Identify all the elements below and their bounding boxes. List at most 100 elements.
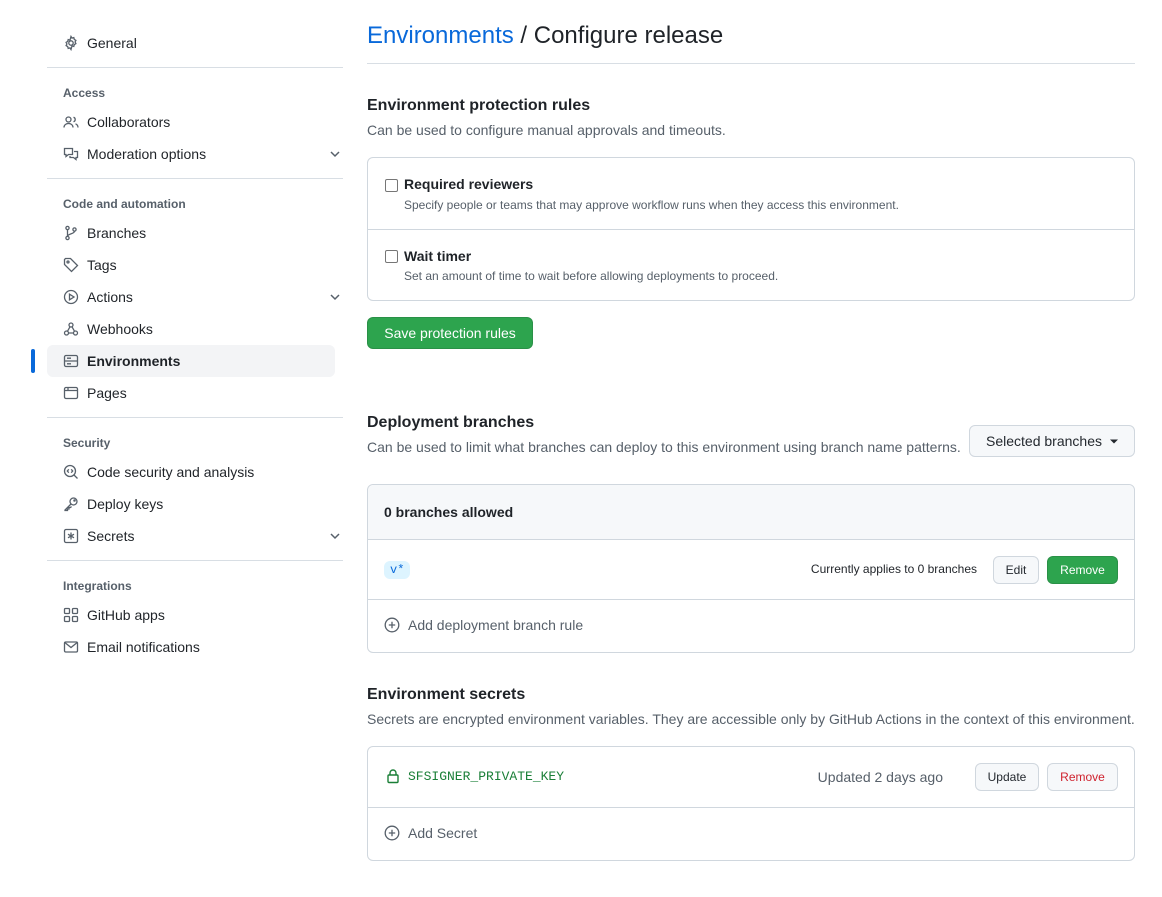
sidebar-item-label: GitHub apps (87, 607, 165, 623)
chevron-down-icon (327, 528, 343, 544)
sidebar-item-secrets[interactable]: Secrets (47, 520, 340, 552)
required-reviewers-description: Specify people or teams that may approve… (404, 198, 899, 212)
people-icon (63, 114, 79, 130)
secret-row: SFSIGNER_PRIVATE_KEY Updated 2 days ago … (368, 747, 1134, 807)
deployment-branches-box: 0 branches allowed v* Currently applies … (367, 484, 1135, 653)
environment-secrets-box: SFSIGNER_PRIVATE_KEY Updated 2 days ago … (367, 746, 1135, 861)
sidebar-item-label: Environments (87, 353, 181, 369)
server-icon (63, 353, 79, 369)
sidebar-item-tags[interactable]: Tags (47, 249, 335, 281)
sidebar-item-label: General (87, 35, 137, 51)
sidebar-item-label: Tags (87, 257, 117, 273)
protection-rules-description: Can be used to configure manual approval… (367, 122, 726, 138)
update-secret-button[interactable]: Update (975, 763, 1039, 791)
selected-branches-dropdown[interactable]: Selected branches (969, 425, 1135, 457)
add-deployment-branch-rule-button[interactable]: Add deployment branch rule (384, 617, 583, 633)
apps-icon (63, 607, 79, 623)
add-secret-label: Add Secret (408, 825, 478, 841)
secret-name: SFSIGNER_PRIVATE_KEY (408, 769, 565, 784)
environment-secrets-heading: Environment secrets (367, 686, 526, 703)
sidebar-item-label: Webhooks (87, 321, 153, 337)
sidebar-item-code-security[interactable]: Code security and analysis (47, 456, 335, 488)
sidebar-item-label: Pages (87, 385, 127, 401)
remove-branch-rule-button[interactable]: Remove (1047, 556, 1118, 584)
sidebar-item-branches[interactable]: Branches (47, 217, 335, 249)
required-reviewers-checkbox[interactable] (385, 179, 398, 192)
add-deployment-branch-rule-label: Add deployment branch rule (408, 617, 584, 633)
sidebar-item-email-notifications[interactable]: Email notifications (47, 631, 335, 663)
breadcrumb-environments-link[interactable]: Environments (367, 22, 514, 49)
sidebar-item-label: Branches (87, 225, 147, 241)
required-reviewers-title: Required reviewers (404, 176, 534, 192)
sidebar-heading-security: Security (63, 436, 111, 450)
tag-icon (63, 257, 79, 273)
remove-secret-button[interactable]: Remove (1047, 763, 1118, 791)
sidebar-item-webhooks[interactable]: Webhooks (47, 313, 335, 345)
save-protection-rules-button[interactable]: Save protection rules (367, 317, 533, 349)
sidebar-item-label: Code security and analysis (87, 464, 255, 480)
branches-count-label: 0 branches allowed (384, 504, 514, 520)
rule-required-reviewers: Required reviewers Specify people or tea… (368, 158, 1134, 229)
comment-discussion-icon (63, 146, 79, 162)
page-title: Environments / Configure release (367, 22, 723, 50)
webhook-icon (63, 321, 79, 337)
sidebar-heading-code: Code and automation (63, 197, 186, 211)
codescan-icon (63, 464, 79, 480)
breadcrumb-current: Configure release (533, 22, 724, 49)
lock-icon (385, 768, 401, 784)
divider (47, 178, 343, 179)
play-icon (63, 289, 79, 305)
settings-sidebar: General Access Collaborators Moderation … (31, 27, 343, 663)
sidebar-item-pages[interactable]: Pages (47, 377, 335, 409)
divider (47, 560, 343, 561)
sidebar-item-general[interactable]: General (47, 27, 335, 59)
chevron-down-icon (327, 289, 343, 305)
browser-icon (63, 385, 79, 401)
sidebar-item-moderation[interactable]: Moderation options (47, 138, 340, 170)
wait-timer-title: Wait timer (404, 248, 472, 264)
branch-pattern: v* (384, 561, 411, 579)
sidebar-heading-integrations: Integrations (63, 579, 132, 593)
deployment-branches-description: Can be used to limit what branches can d… (367, 439, 961, 455)
add-secret-button[interactable]: Add Secret (384, 825, 477, 841)
sidebar-item-label: Actions (87, 289, 133, 305)
title-divider (367, 63, 1135, 64)
sidebar-item-label: Moderation options (87, 146, 207, 162)
add-secret-row: Add Secret (368, 807, 1134, 860)
sidebar-item-label: Deploy keys (87, 496, 164, 512)
wait-timer-checkbox[interactable] (385, 250, 398, 263)
wait-timer-description: Set an amount of time to wait before all… (404, 269, 779, 283)
sidebar-item-deploy-keys[interactable]: Deploy keys (47, 488, 335, 520)
divider (47, 417, 343, 418)
add-branch-rule-row: Add deployment branch rule (368, 599, 1134, 652)
rule-wait-timer: Wait timer Set an amount of time to wait… (368, 229, 1134, 300)
environment-secrets-description: Secrets are encrypted environment variab… (367, 711, 1135, 727)
sidebar-item-label: Secrets (87, 528, 135, 544)
divider (47, 67, 343, 68)
dropdown-label: Selected branches (986, 433, 1102, 449)
protection-rules-heading: Environment protection rules (367, 97, 591, 114)
mail-icon (63, 639, 79, 655)
secret-updated: Updated 2 days ago (817, 769, 943, 785)
chevron-down-icon (327, 146, 343, 162)
sidebar-item-environments[interactable]: Environments (31, 345, 335, 377)
caret-down-icon (1109, 437, 1118, 445)
branch-rule-row: v* Currently applies to 0 branches Edit … (368, 539, 1134, 599)
gear-icon (63, 35, 79, 51)
breadcrumb-separator: / (513, 22, 534, 49)
protection-rules-box: Required reviewers Specify people or tea… (367, 157, 1135, 301)
sidebar-item-github-apps[interactable]: GitHub apps (47, 599, 335, 631)
branches-count-header: 0 branches allowed (368, 485, 1134, 539)
git-branch-icon (63, 225, 79, 241)
deployment-branches-heading: Deployment branches (367, 414, 535, 431)
sidebar-item-collaborators[interactable]: Collaborators (47, 106, 335, 138)
sidebar-item-label: Email notifications (87, 639, 200, 655)
edit-branch-rule-button[interactable]: Edit (993, 556, 1039, 584)
plus-circle-icon (384, 617, 400, 633)
asterisk-box-icon (63, 528, 79, 544)
plus-circle-icon (384, 825, 400, 841)
branch-rule-applies: Currently applies to 0 branches (810, 562, 977, 576)
sidebar-item-label: Collaborators (87, 114, 171, 130)
sidebar-heading-access: Access (63, 86, 106, 100)
sidebar-item-actions[interactable]: Actions (47, 281, 340, 313)
